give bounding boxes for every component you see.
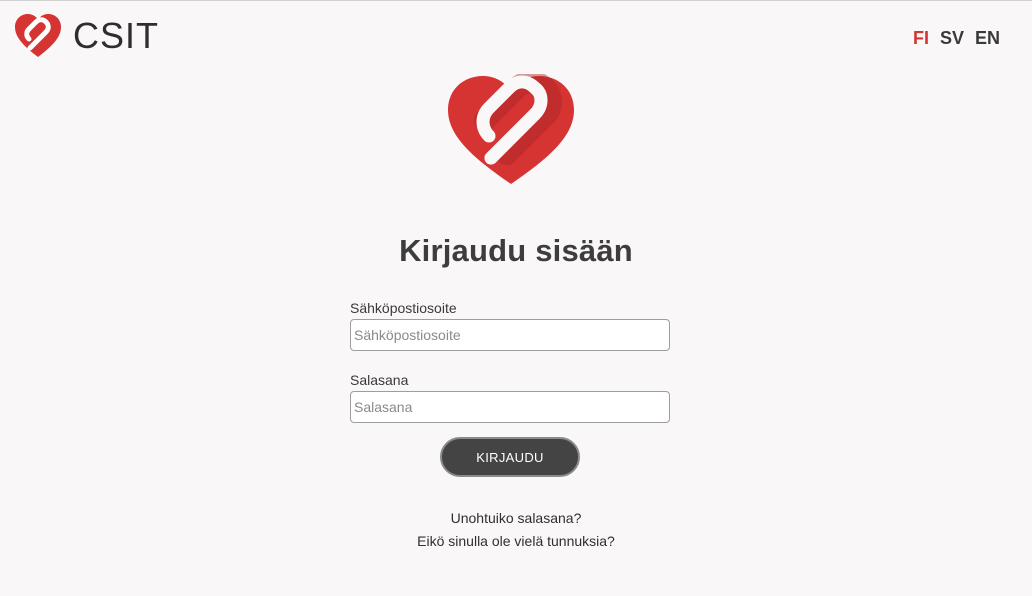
brand-logo[interactable]: CSIT	[13, 13, 159, 59]
forgot-password-link[interactable]: Unohtuiko salasana?	[0, 507, 1032, 530]
login-button[interactable]: KIRJAUDU	[440, 437, 580, 477]
password-input[interactable]	[350, 391, 670, 423]
page-title: Kirjaudu sisään	[399, 233, 633, 268]
email-label: Sähköpostiosoite	[350, 300, 457, 316]
register-link[interactable]: Eikö sinulla ole vielä tunnuksia?	[0, 530, 1032, 553]
brand-name: CSIT	[73, 15, 160, 56]
language-switcher: FI SV EN	[913, 28, 1000, 49]
password-field-group: Salasana	[350, 372, 670, 423]
hero-heart-logo-icon	[445, 71, 577, 191]
language-fi-link[interactable]: FI	[913, 28, 929, 49]
language-sv-link[interactable]: SV	[940, 28, 964, 49]
heart-logo-icon	[13, 13, 63, 59]
email-field-group: Sähköpostiosoite	[350, 300, 670, 351]
language-en-link[interactable]: EN	[975, 28, 1000, 49]
email-input[interactable]	[350, 319, 670, 351]
password-label: Salasana	[350, 372, 409, 388]
auth-links: Unohtuiko salasana? Eikö sinulla ole vie…	[0, 507, 1032, 553]
